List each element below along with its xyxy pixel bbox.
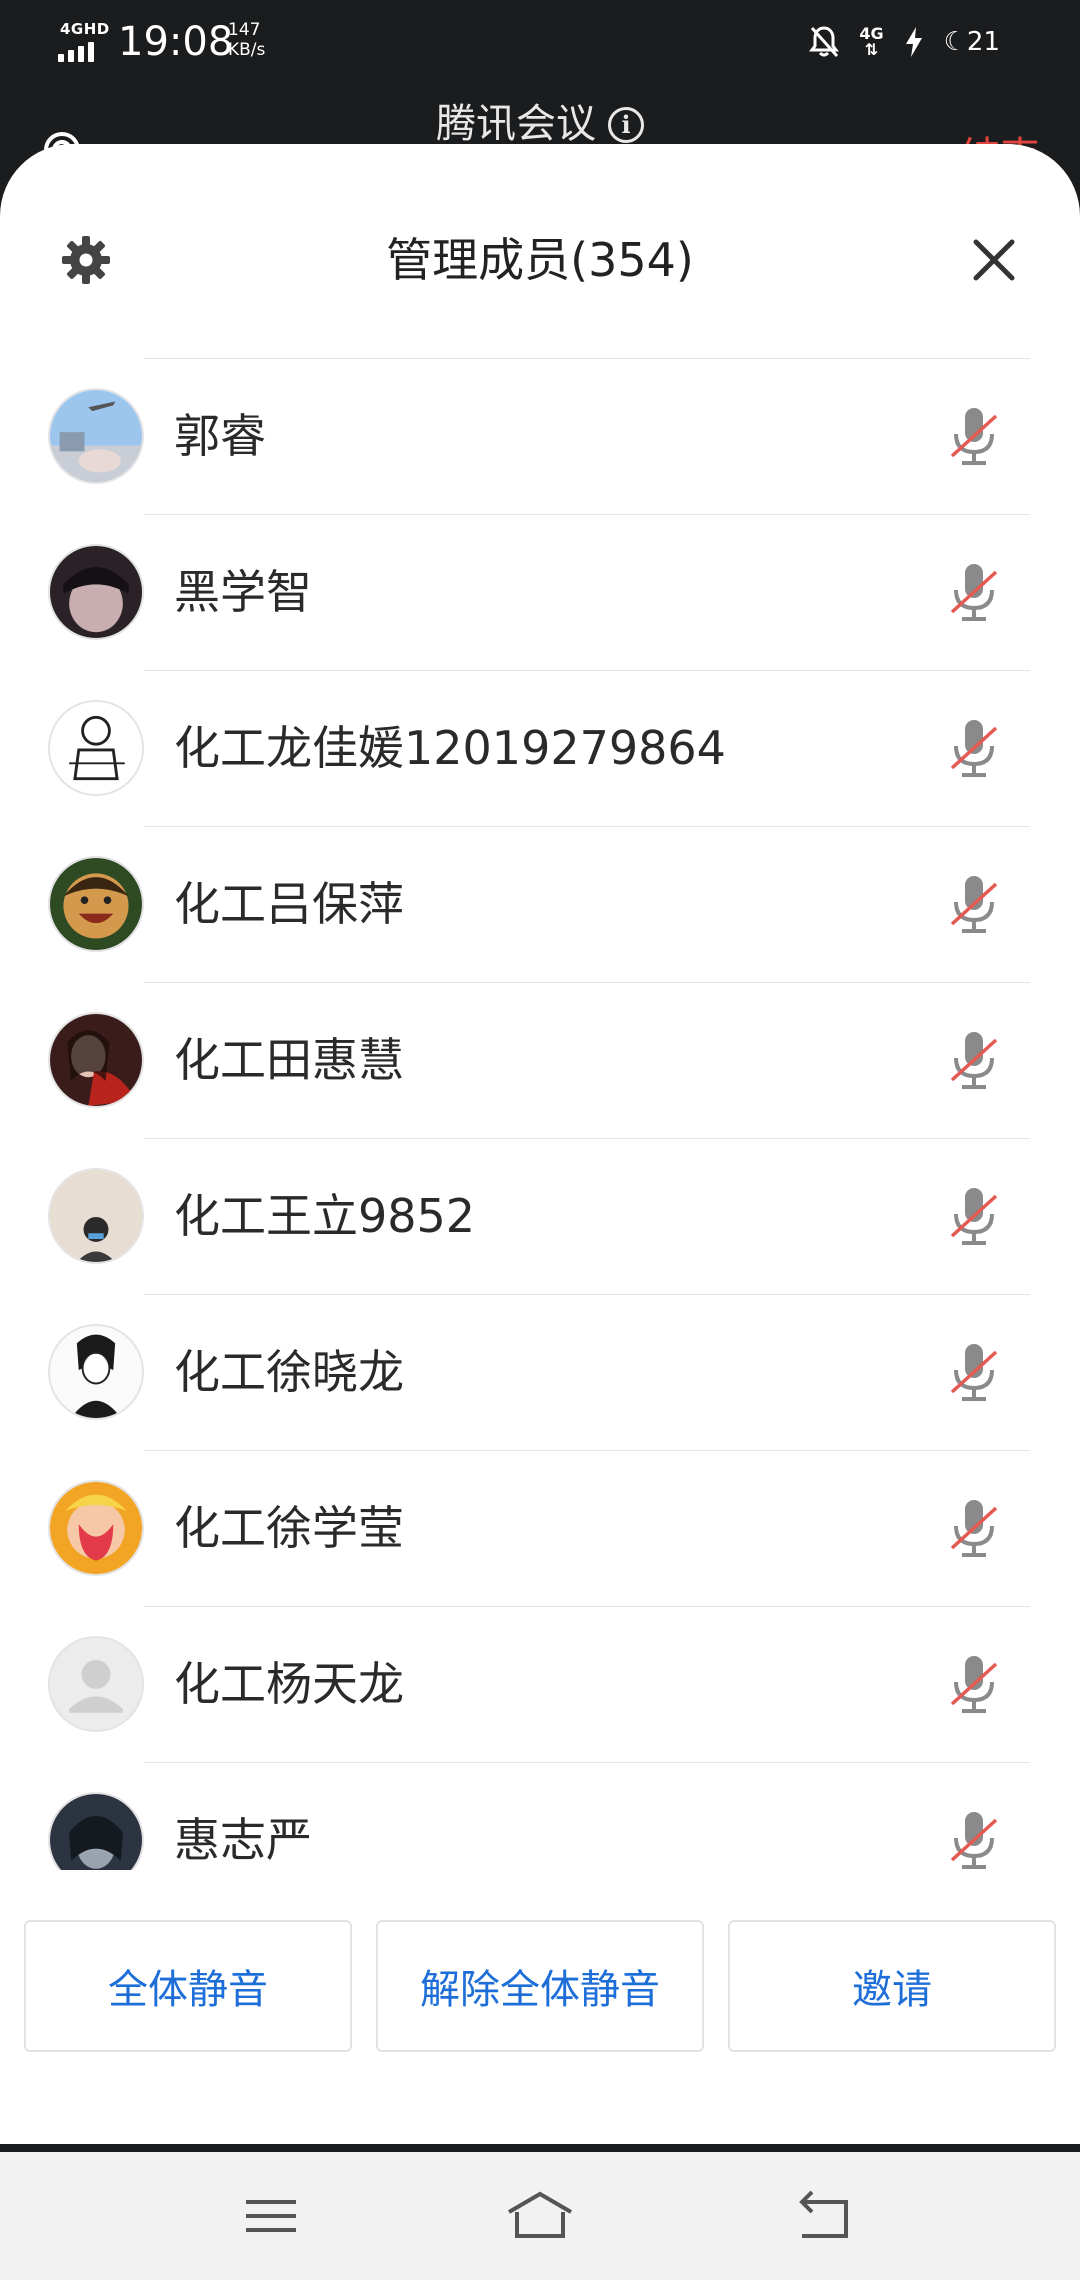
signal-icon: [58, 42, 94, 62]
speed-unit: KB/s: [228, 40, 266, 60]
mic-muted-icon[interactable]: [946, 404, 1002, 468]
member-list[interactable]: 郭睿 黑学智 化工龙佳媛12019279864 化工吕保萍 化工田惠慧 化工王立…: [0, 358, 1080, 1870]
member-row[interactable]: 化工吕保萍: [0, 826, 1080, 982]
mic-muted-icon[interactable]: [946, 560, 1002, 624]
meeting-title-text: 腾讯会议: [436, 101, 596, 147]
mic-muted-icon[interactable]: [946, 1808, 1002, 1870]
battery-indicator: ☾21: [944, 27, 1000, 57]
mic-muted-icon[interactable]: [946, 1340, 1002, 1404]
network-indicator: 4GHD: [58, 18, 109, 62]
bell-off-icon: [809, 26, 840, 57]
close-icon[interactable]: [968, 234, 1020, 286]
system-nav-bar: [0, 2152, 1080, 2280]
member-name: 化工徐晓龙: [174, 1345, 404, 1399]
battery-icon: ☾: [943, 27, 967, 57]
avatar: [48, 1636, 144, 1732]
member-name: 惠志严: [174, 1813, 312, 1867]
sheet-title: 管理成员(354): [386, 233, 694, 287]
member-row[interactable]: 化工王立9852: [0, 1138, 1080, 1294]
home-icon[interactable]: [505, 2186, 575, 2246]
avatar: [48, 1792, 144, 1870]
member-name: 化工吕保萍: [174, 877, 404, 931]
avatar: [48, 388, 144, 484]
avatar: [48, 856, 144, 952]
mic-muted-icon[interactable]: [946, 1184, 1002, 1248]
action-bar: 全体静音 解除全体静音 邀请: [24, 1920, 1056, 2052]
member-row[interactable]: 黑学智: [0, 514, 1080, 670]
member-row[interactable]: 化工徐晓龙: [0, 1294, 1080, 1450]
mic-muted-icon[interactable]: [946, 1028, 1002, 1092]
speed-value: 147: [228, 20, 261, 40]
member-row[interactable]: 化工田惠慧: [0, 982, 1080, 1138]
mic-muted-icon[interactable]: [946, 1496, 1002, 1560]
manage-members-sheet: 管理成员(354) 郭睿 黑学智 化工龙佳媛12019279864 化工吕保萍 …: [0, 144, 1080, 2144]
member-name: 黑学智: [174, 565, 312, 619]
meeting-title[interactable]: 腾讯会议 i: [0, 100, 1080, 148]
avatar: [48, 544, 144, 640]
avatar: [48, 1168, 144, 1264]
network-label: 4GHD: [60, 20, 110, 38]
member-name: 化工龙佳媛12019279864: [174, 721, 726, 775]
screen: 4GHD 19:08 147 KB/s 4G ⇅ ☾21 腾讯会议 i 管理成员…: [0, 0, 1080, 2280]
member-row[interactable]: 化工徐学莹: [0, 1450, 1080, 1606]
charging-icon: [905, 27, 922, 57]
back-icon[interactable]: [790, 2186, 860, 2246]
avatar: [48, 1012, 144, 1108]
member-name: 化工杨天龙: [174, 1657, 404, 1711]
invite-button[interactable]: 邀请: [728, 1920, 1056, 2052]
member-row[interactable]: 化工龙佳媛12019279864: [0, 670, 1080, 826]
info-icon[interactable]: i: [608, 107, 644, 143]
avatar: [48, 700, 144, 796]
data-arrows-icon: ⇅: [864, 40, 879, 59]
avatar: [48, 1480, 144, 1576]
clock: 19:08: [118, 19, 234, 65]
member-name: 郭睿: [174, 409, 266, 463]
network-4g-indicator: 4G ⇅: [859, 26, 883, 58]
unmute-all-button[interactable]: 解除全体静音: [376, 1920, 704, 2052]
member-row[interactable]: 化工杨天龙: [0, 1606, 1080, 1762]
member-name: 化工徐学莹: [174, 1501, 404, 1555]
mic-muted-icon[interactable]: [946, 872, 1002, 936]
network-speed: 147 KB/s: [228, 20, 288, 60]
mic-muted-icon[interactable]: [946, 716, 1002, 780]
member-name: 化工田惠慧: [174, 1033, 404, 1087]
avatar: [48, 1324, 144, 1420]
mic-muted-icon[interactable]: [946, 1652, 1002, 1716]
battery-level: 21: [966, 27, 1000, 57]
menu-icon[interactable]: [236, 2186, 306, 2246]
member-row[interactable]: 惠志严: [0, 1762, 1080, 1870]
mute-all-button[interactable]: 全体静音: [24, 1920, 352, 2052]
sheet-header: 管理成员(354): [0, 144, 1080, 344]
member-name: 化工王立9852: [174, 1189, 476, 1243]
status-bar: 4GHD 19:08 147 KB/s 4G ⇅ ☾21: [0, 0, 1080, 84]
status-icons: 4G ⇅ ☾21: [809, 22, 1000, 62]
member-row[interactable]: 郭睿: [0, 358, 1080, 514]
